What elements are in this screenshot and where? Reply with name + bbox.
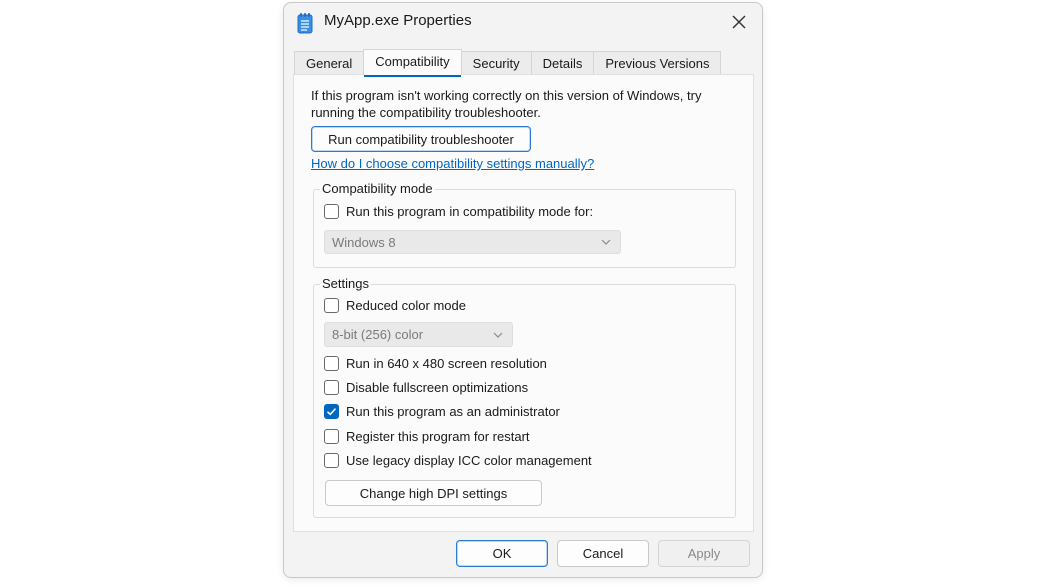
register-restart-checkbox[interactable]: [324, 429, 339, 444]
tab-previous-versions[interactable]: Previous Versions: [593, 51, 722, 75]
legacy-icc-checkbox[interactable]: [324, 453, 339, 468]
run-admin-row[interactable]: Run this program as an administrator: [324, 404, 560, 419]
fullscreen-opt-checkbox[interactable]: [324, 380, 339, 395]
tab-bar: General Compatibility Security Details P…: [294, 49, 722, 77]
legacy-icc-label: Use legacy display ICC color management: [346, 453, 592, 468]
color-depth-value: 8-bit (256) color: [332, 327, 424, 342]
register-restart-label: Register this program for restart: [346, 429, 530, 444]
compatibility-help-link[interactable]: How do I choose compatibility settings m…: [311, 156, 594, 171]
tab-compatibility[interactable]: Compatibility: [363, 49, 462, 77]
compat-mode-checkbox[interactable]: [324, 204, 339, 219]
properties-dialog: MyApp.exe Properties General Compatibili…: [283, 2, 763, 578]
cancel-button[interactable]: Cancel: [557, 540, 649, 567]
compatibility-panel: If this program isn't working correctly …: [293, 74, 754, 532]
reduced-color-label: Reduced color mode: [346, 298, 466, 313]
color-depth-select[interactable]: 8-bit (256) color: [324, 322, 513, 347]
compatibility-mode-group: Compatibility mode Run this program in c…: [313, 181, 736, 268]
tab-details[interactable]: Details: [530, 51, 595, 75]
run-troubleshooter-button[interactable]: Run compatibility troubleshooter: [311, 126, 531, 152]
reduced-color-checkbox[interactable]: [324, 298, 339, 313]
os-version-value: Windows 8: [332, 234, 396, 250]
reduced-color-row[interactable]: Reduced color mode: [324, 298, 466, 313]
tab-general[interactable]: General: [294, 51, 365, 75]
chevron-down-icon: [493, 332, 503, 338]
intro-text: If this program isn't working correctly …: [311, 88, 702, 120]
change-dpi-button[interactable]: Change high DPI settings: [325, 480, 542, 506]
compat-mode-checkbox-row[interactable]: Run this program in compatibility mode f…: [324, 204, 593, 219]
res-640-label: Run in 640 x 480 screen resolution: [346, 356, 547, 371]
apply-button[interactable]: Apply: [658, 540, 750, 567]
compat-mode-checkbox-label: Run this program in compatibility mode f…: [346, 204, 594, 219]
window-title: MyApp.exe Properties: [324, 12, 472, 29]
notepad-app-icon: [297, 13, 313, 34]
checkmark-icon: [326, 408, 337, 416]
res-640-row[interactable]: Run in 640 x 480 screen resolution: [324, 356, 547, 371]
legacy-icc-row[interactable]: Use legacy display ICC color management: [324, 453, 592, 468]
settings-group: Settings Reduced color mode 8-bit (256) …: [313, 276, 736, 518]
res-640-checkbox[interactable]: [324, 356, 339, 371]
ok-button[interactable]: OK: [456, 540, 548, 567]
close-icon: [732, 15, 746, 29]
run-admin-checkbox[interactable]: [324, 404, 339, 419]
fullscreen-opt-label: Disable fullscreen optimizations: [346, 380, 529, 395]
chevron-down-icon: [601, 239, 611, 245]
register-restart-row[interactable]: Register this program for restart: [324, 429, 530, 444]
title-bar[interactable]: MyApp.exe Properties: [284, 3, 762, 43]
settings-label: Settings: [320, 276, 371, 291]
close-button[interactable]: [728, 11, 750, 33]
fullscreen-opt-row[interactable]: Disable fullscreen optimizations: [324, 380, 528, 395]
os-version-select[interactable]: Windows 8: [324, 230, 621, 254]
run-admin-label: Run this program as an administrator: [346, 404, 560, 419]
compatibility-mode-label: Compatibility mode: [320, 181, 435, 196]
tab-security[interactable]: Security: [460, 51, 532, 75]
